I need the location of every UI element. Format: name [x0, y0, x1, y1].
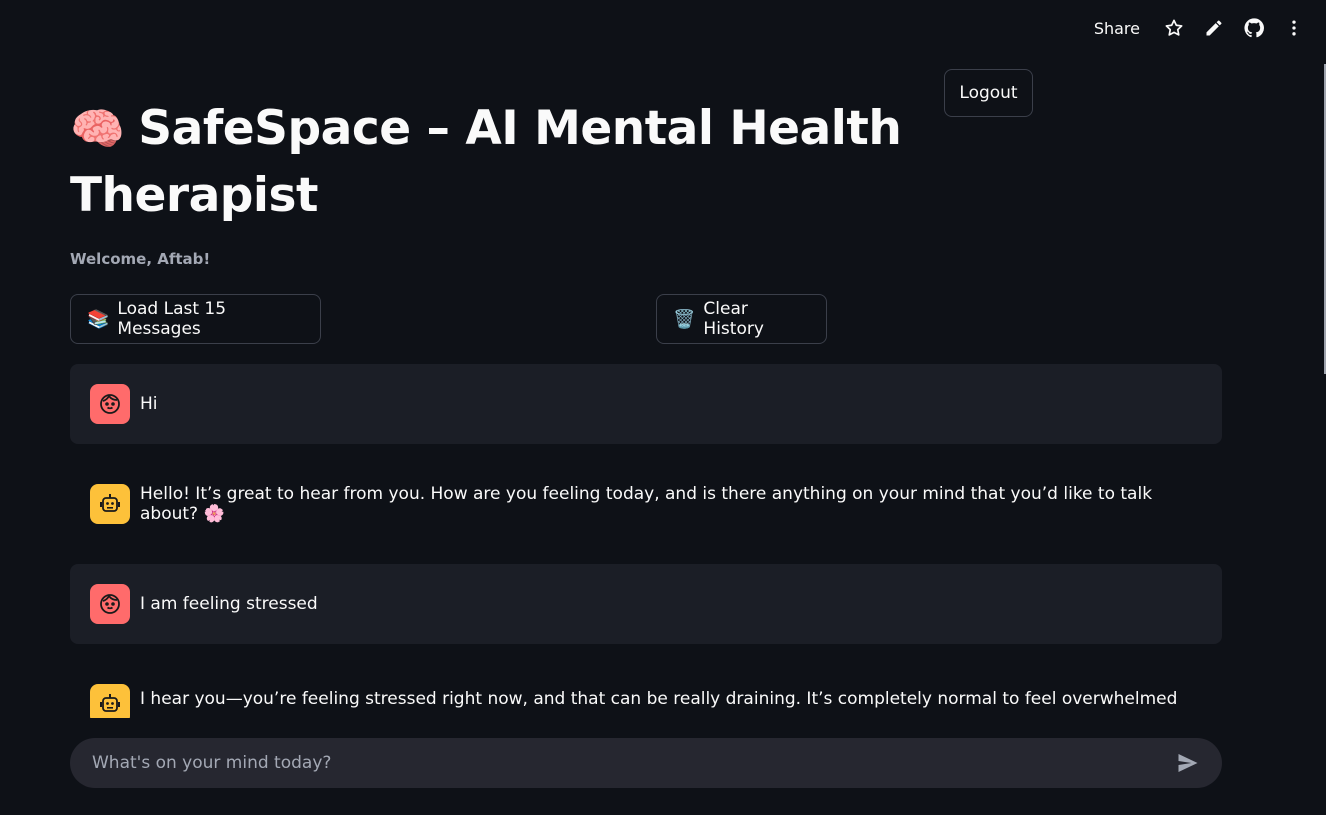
chat-input[interactable] — [90, 752, 1174, 774]
robot-avatar-icon — [90, 484, 130, 524]
page-title: 🧠 SafeSpace – AI Mental Health Therapist — [70, 96, 930, 229]
top-toolbar: Share — [1086, 14, 1312, 42]
page-title-text: SafeSpace – AI Mental Health Therapist — [70, 101, 902, 223]
brain-icon: 🧠 — [70, 104, 125, 155]
clear-history-button[interactable]: 🗑️ Clear History — [656, 294, 827, 344]
logout-button[interactable]: Logout — [944, 69, 1033, 117]
more-vertical-icon[interactable] — [1276, 14, 1312, 42]
send-icon[interactable] — [1174, 749, 1202, 777]
pencil-icon[interactable] — [1196, 14, 1232, 42]
star-icon[interactable] — [1156, 14, 1192, 42]
chat-message-assistant: Hello! It’s great to hear from you. How … — [70, 464, 1222, 544]
wastebasket-icon: 🗑️ — [673, 308, 696, 330]
user-avatar-icon — [90, 384, 130, 424]
load-messages-label: Load Last 15 Messages — [117, 299, 227, 339]
chat-history[interactable]: Hi Hello! It’s great to hear from you. H… — [70, 364, 1222, 718]
message-text: I hear you—you’re feeling stressed right… — [140, 689, 1178, 709]
chat-message-user: Hi — [70, 364, 1222, 444]
robot-avatar-icon — [90, 684, 130, 718]
load-messages-button[interactable]: 📚 Load Last 15 Messages — [70, 294, 321, 344]
github-icon[interactable] — [1236, 14, 1272, 42]
app-page: Share Logout 🧠 SafeSpace – AI Mental Heal… — [0, 0, 1326, 815]
message-text: I am feeling stressed — [140, 594, 318, 614]
message-text: Hi — [140, 394, 158, 414]
share-button[interactable]: Share — [1086, 15, 1152, 42]
message-text: Hello! It’s great to hear from you. How … — [140, 484, 1153, 524]
chat-message-user: I am feeling stressed — [70, 564, 1222, 644]
books-icon: 📚 — [87, 308, 110, 330]
welcome-text: Welcome, Aftab! — [70, 250, 211, 268]
user-avatar-icon — [90, 584, 130, 624]
clear-history-label: Clear History — [703, 299, 764, 339]
chat-message-assistant: I hear you—you’re feeling stressed right… — [70, 664, 1222, 718]
chat-input-bar — [70, 738, 1222, 788]
